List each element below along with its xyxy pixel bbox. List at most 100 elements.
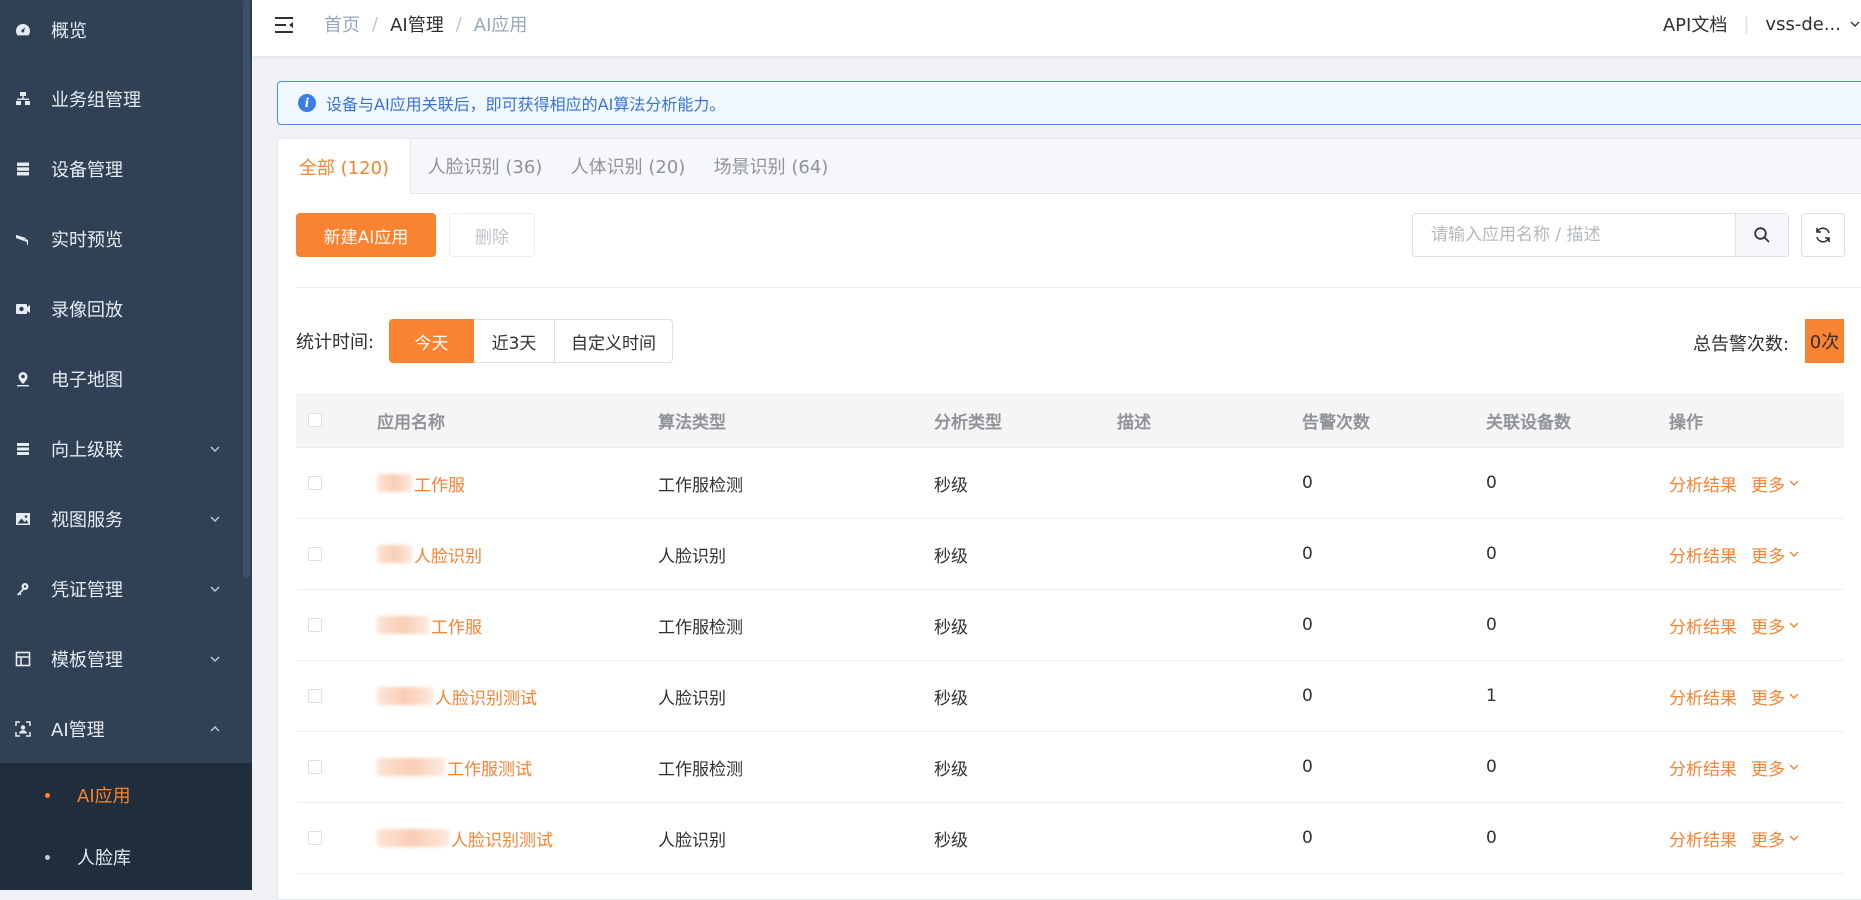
search-button[interactable] xyxy=(1735,214,1788,256)
stat-option-custom[interactable]: 自定义时间 xyxy=(555,319,673,363)
stat-option-today[interactable]: 今天 xyxy=(389,319,474,363)
sidebar-item-overview[interactable]: 概览 xyxy=(0,0,243,65)
stat-time-selector: 今天 近3天 自定义时间 xyxy=(389,319,673,363)
ai-scan-icon xyxy=(14,721,31,738)
template-icon xyxy=(14,651,31,668)
sidebar-item-label: 电子地图 xyxy=(51,370,123,391)
more-dropdown[interactable]: 更多 xyxy=(1751,684,1800,709)
app-name-link[interactable]: 人脸识别测试 xyxy=(451,826,553,851)
search-input[interactable] xyxy=(1413,214,1735,256)
alarm-count-cell: 0 xyxy=(1302,686,1313,706)
actions-cell: 分析结果 更多 xyxy=(1669,803,1800,873)
analysis-result-link[interactable]: 分析结果 xyxy=(1669,684,1737,709)
bullet-dot-icon xyxy=(45,854,50,860)
sidebar-item-ai-management[interactable]: AI管理 xyxy=(0,694,243,764)
analysis-type-cell: 秒级 xyxy=(934,617,968,638)
redacted-prefix xyxy=(377,474,412,492)
sidebar-item-emap[interactable]: 电子地图 xyxy=(0,344,243,414)
chevron-down-icon[interactable] xyxy=(1849,18,1861,30)
api-doc-link[interactable]: API文档 xyxy=(1663,11,1727,37)
more-dropdown[interactable]: 更多 xyxy=(1751,542,1800,567)
more-label: 更多 xyxy=(1751,759,1785,780)
chevron-down-icon xyxy=(1789,622,1799,628)
more-dropdown[interactable]: 更多 xyxy=(1751,755,1800,780)
sidebar-item-live-preview[interactable]: 实时预览 xyxy=(0,204,243,274)
info-icon: i xyxy=(298,94,316,112)
analysis-type-cell: 秒级 xyxy=(934,759,968,780)
app-name-link[interactable]: 工作服测试 xyxy=(447,755,532,780)
row-checkbox[interactable] xyxy=(308,689,322,703)
col-description: 描述 xyxy=(1117,412,1151,433)
user-menu[interactable]: vss-de... xyxy=(1765,14,1841,35)
col-device-count: 关联设备数 xyxy=(1486,412,1571,433)
sidebar-item-label: 设备管理 xyxy=(51,160,123,181)
sidebar-item-label: 实时预览 xyxy=(51,230,123,251)
tab-face-recognition[interactable]: 人脸识别 (36) xyxy=(410,139,560,193)
analysis-type-cell: 秒级 xyxy=(934,546,968,567)
more-dropdown[interactable]: 更多 xyxy=(1751,826,1800,851)
breadcrumb: 首页 / AI管理 / AI应用 xyxy=(324,11,527,37)
col-algorithm-type: 算法类型 xyxy=(658,412,726,433)
sidebar-item-devices[interactable]: 设备管理 xyxy=(0,134,243,204)
app-name-link[interactable]: 人脸识别 xyxy=(414,542,482,567)
stat-time-label: 统计时间: xyxy=(296,332,375,353)
total-alarms-label: 总告警次数: xyxy=(1693,334,1790,355)
sidebar-subitem-face-library[interactable]: 人脸库 xyxy=(0,827,252,887)
analysis-result-link[interactable]: 分析结果 xyxy=(1669,613,1737,638)
device-count-cell: 0 xyxy=(1486,473,1497,493)
sidebar-scrollbar[interactable] xyxy=(243,0,250,578)
alarm-count-cell: 0 xyxy=(1302,473,1313,493)
analysis-result-link[interactable]: 分析结果 xyxy=(1669,542,1737,567)
device-count-cell: 0 xyxy=(1486,615,1497,635)
breadcrumb-ai-management[interactable]: AI管理 xyxy=(390,11,444,37)
more-label: 更多 xyxy=(1751,617,1785,638)
chevron-down-icon xyxy=(1789,480,1799,486)
row-checkbox[interactable] xyxy=(308,760,322,774)
app-name-link[interactable]: 工作服 xyxy=(431,613,482,638)
row-checkbox[interactable] xyxy=(308,618,322,632)
chevron-down-icon xyxy=(1789,693,1799,699)
alarm-count-cell: 0 xyxy=(1302,544,1313,564)
sidebar-subitem-ai-app[interactable]: AI应用 xyxy=(0,765,252,825)
row-checkbox[interactable] xyxy=(308,476,322,490)
tab-all[interactable]: 全部 (120) xyxy=(278,139,411,194)
app-name-link[interactable]: 工作服 xyxy=(414,471,465,496)
sidebar-item-templates[interactable]: 模板管理 xyxy=(0,624,243,694)
select-all-checkbox[interactable] xyxy=(308,413,322,427)
tab-body-recognition[interactable]: 人体识别 (20) xyxy=(560,139,696,193)
algorithm-type-cell: 人脸识别 xyxy=(658,546,726,567)
more-dropdown[interactable]: 更多 xyxy=(1751,471,1800,496)
sidebar-item-label: 模板管理 xyxy=(51,650,123,671)
map-pin-icon xyxy=(14,371,31,388)
stat-option-3days[interactable]: 近3天 xyxy=(474,319,555,363)
sidebar-item-playback[interactable]: 录像回放 xyxy=(0,274,243,344)
sidebar-item-cascade[interactable]: 向上级联 xyxy=(0,414,243,484)
row-select-cell xyxy=(308,448,322,518)
analysis-result-link[interactable]: 分析结果 xyxy=(1669,826,1737,851)
app-name-link[interactable]: 人脸识别测试 xyxy=(435,684,537,709)
row-checkbox[interactable] xyxy=(308,547,322,561)
analysis-result-link[interactable]: 分析结果 xyxy=(1669,471,1737,496)
app-name-cell: 工作服 xyxy=(377,448,465,518)
refresh-button[interactable] xyxy=(1801,213,1845,257)
sidebar-item-view-service[interactable]: 视图服务 xyxy=(0,484,243,554)
breadcrumb-home[interactable]: 首页 xyxy=(324,11,360,37)
refresh-icon xyxy=(1816,227,1830,243)
chevron-down-icon xyxy=(209,653,221,665)
more-dropdown[interactable]: 更多 xyxy=(1751,613,1800,638)
menu-fold-icon[interactable] xyxy=(273,14,295,36)
col-app-name: 应用名称 xyxy=(377,412,445,433)
new-ai-app-button[interactable]: 新建AI应用 xyxy=(296,213,436,257)
tab-scene-recognition[interactable]: 场景识别 (64) xyxy=(696,139,846,193)
device-count-cell: 0 xyxy=(1486,757,1497,777)
sidebar-item-business-group[interactable]: 业务组管理 xyxy=(0,64,243,134)
delete-button[interactable]: 删除 xyxy=(449,213,535,257)
app-name-cell: 人脸识别测试 xyxy=(377,661,537,731)
actions-cell: 分析结果 更多 xyxy=(1669,519,1800,589)
analysis-result-link[interactable]: 分析结果 xyxy=(1669,755,1737,780)
table-body: 工作服 工作服检测 秒级 0 0 分析结果 更多 人脸识别 人脸识别 秒级 0 0 分析结果 更多 工作服工… xyxy=(296,448,1844,874)
redacted-prefix xyxy=(377,616,429,634)
row-checkbox[interactable] xyxy=(308,831,322,845)
sidebar-item-credentials[interactable]: 凭证管理 xyxy=(0,554,243,624)
analysis-type-cell: 秒级 xyxy=(934,688,968,709)
